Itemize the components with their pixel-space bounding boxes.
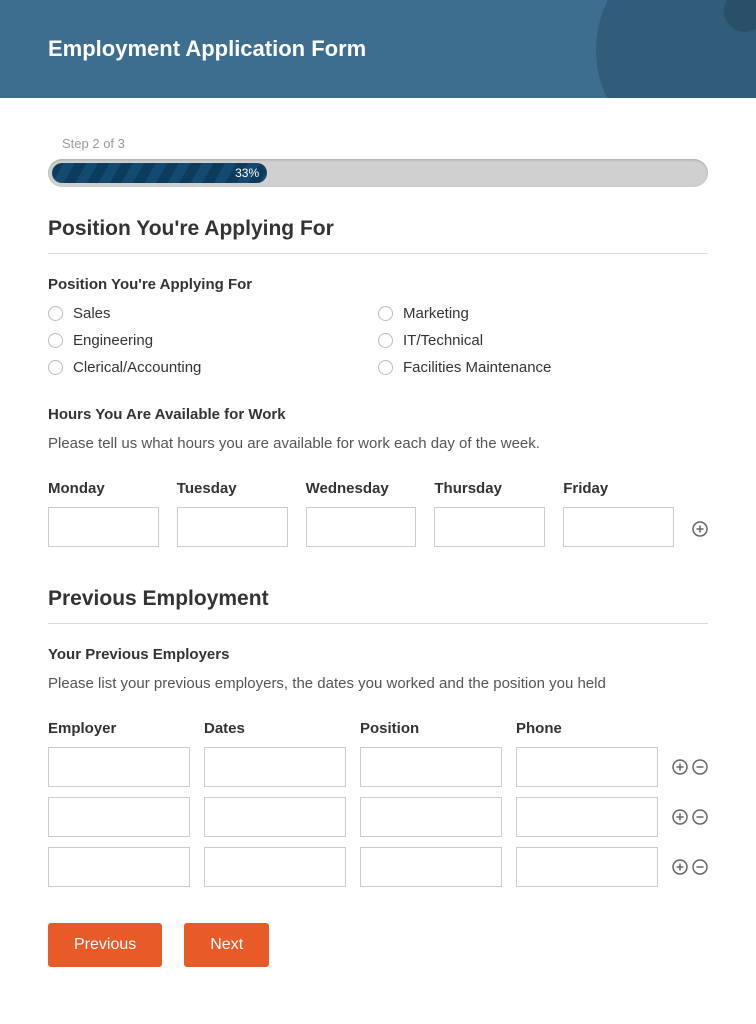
position-radio-group: Sales Marketing Engineering IT/Technical… — [48, 305, 708, 376]
previous-employers-label: Your Previous Employers — [48, 646, 708, 663]
planet-decoration — [596, 0, 756, 98]
employer-3-dates[interactable] — [204, 847, 346, 887]
hours-friday-input[interactable] — [563, 507, 674, 547]
employer-2-phone[interactable] — [516, 797, 658, 837]
radio-icon — [378, 333, 393, 348]
employer-2-name[interactable] — [48, 797, 190, 837]
radio-facilities[interactable]: Facilities Maintenance — [378, 359, 708, 376]
employer-1-position[interactable] — [360, 747, 502, 787]
header: Employment Application Form — [0, 0, 756, 98]
col-employer: Employer — [48, 720, 190, 737]
next-button[interactable]: Next — [184, 923, 269, 967]
previous-employers-help: Please list your previous employers, the… — [48, 675, 708, 692]
hours-label: Hours You Are Available for Work — [48, 406, 708, 423]
employer-2-dates[interactable] — [204, 797, 346, 837]
employer-3-name[interactable] — [48, 847, 190, 887]
hours-thursday-input[interactable] — [434, 507, 545, 547]
employer-3-position[interactable] — [360, 847, 502, 887]
section-title-previous-employment: Previous Employment — [48, 587, 708, 624]
hours-wednesday-input[interactable] — [306, 507, 417, 547]
progress-fill: 33% — [52, 163, 267, 183]
radio-marketing[interactable]: Marketing — [378, 305, 708, 322]
previous-button[interactable]: Previous — [48, 923, 162, 967]
radio-icon — [48, 333, 63, 348]
employer-1-phone[interactable] — [516, 747, 658, 787]
day-friday: Friday — [563, 480, 674, 497]
position-label: Position You're Applying For — [48, 276, 708, 293]
col-position: Position — [360, 720, 502, 737]
radio-sales[interactable]: Sales — [48, 305, 378, 322]
employers-table: Employer Dates Position Phone — [48, 720, 708, 887]
minus-icon[interactable] — [692, 809, 708, 825]
employer-1-dates[interactable] — [204, 747, 346, 787]
plus-icon[interactable] — [672, 809, 688, 825]
button-row: Previous Next — [48, 923, 708, 967]
radio-icon — [48, 360, 63, 375]
employer-3-phone[interactable] — [516, 847, 658, 887]
day-wednesday: Wednesday — [306, 480, 417, 497]
radio-engineering[interactable]: Engineering — [48, 332, 378, 349]
radio-icon — [48, 306, 63, 321]
radio-icon — [378, 360, 393, 375]
step-indicator: Step 2 of 3 — [62, 136, 708, 151]
minus-icon[interactable] — [692, 859, 708, 875]
radio-icon — [378, 306, 393, 321]
section-title-position: Position You're Applying For — [48, 217, 708, 254]
minus-icon[interactable] — [692, 759, 708, 775]
hours-tuesday-input[interactable] — [177, 507, 288, 547]
radio-clerical[interactable]: Clerical/Accounting — [48, 359, 378, 376]
employer-2-position[interactable] — [360, 797, 502, 837]
col-phone: Phone — [516, 720, 658, 737]
employer-1-name[interactable] — [48, 747, 190, 787]
plus-icon[interactable] — [692, 521, 708, 537]
radio-it-technical[interactable]: IT/Technical — [378, 332, 708, 349]
hours-row: Monday Tuesday Wednesday Thursday Friday — [48, 480, 708, 547]
hours-monday-input[interactable] — [48, 507, 159, 547]
day-thursday: Thursday — [434, 480, 545, 497]
col-dates: Dates — [204, 720, 346, 737]
plus-icon[interactable] — [672, 859, 688, 875]
plus-icon[interactable] — [672, 759, 688, 775]
progress-percent: 33% — [235, 166, 259, 180]
form-content: Step 2 of 3 33% Position You're Applying… — [0, 98, 756, 1007]
day-tuesday: Tuesday — [177, 480, 288, 497]
day-monday: Monday — [48, 480, 159, 497]
hours-help: Please tell us what hours you are availa… — [48, 435, 708, 452]
progress-bar: 33% — [48, 159, 708, 187]
